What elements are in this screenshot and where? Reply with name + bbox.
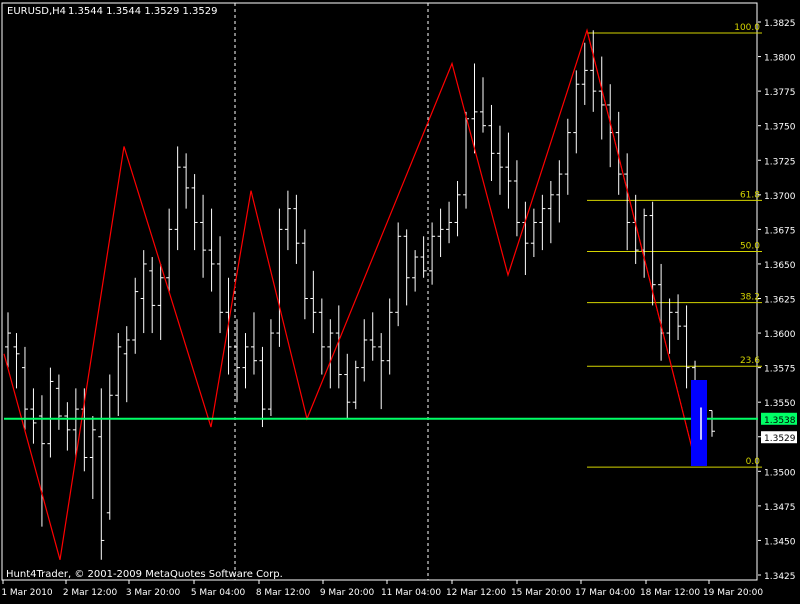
fib-level-label: 23.6 [740,356,760,366]
zigzag-indicator [3,28,697,560]
y-tick-label: 1.3650 [764,261,796,271]
x-tick-label: 12 Mar 12:00 [446,588,506,598]
price-axis[interactable]: 1.3825 1.3800 1.3775 1.3750 1.3725 1.3700 1.36… [758,19,797,582]
x-tick-label: 11 Mar 04:00 [381,588,441,598]
zigzag-line [3,28,697,560]
fib-level-label: 0.0 [746,457,761,467]
fibonacci-retracement[interactable]: 100.0 61.8 50.0 38.2 23.6 0.0 [587,23,762,468]
y-tick-label: 1.3825 [764,19,796,29]
x-tick-label: 5 Mar 04:00 [191,588,246,598]
bid-price-label: 1.3529 [764,434,796,444]
time-axis[interactable]: 1 Mar 2010 2 Mar 12:00 3 Mar 20:00 5 Mar 04… [1,580,763,598]
symbol-timeframe-label: EURUSD,H4 [7,6,66,17]
x-tick-label: 9 Mar 20:00 [320,588,375,598]
y-tick-label: 1.3700 [764,192,796,202]
y-tick-label: 1.3575 [764,365,796,375]
y-tick-label: 1.3500 [764,468,796,478]
y-tick-label: 1.3550 [764,399,796,409]
blue-rectangle[interactable] [691,380,707,466]
fib-level-label: 50.0 [740,241,760,251]
y-tick-label: 1.3600 [764,330,796,340]
x-tick-label: 17 Mar 04:00 [575,588,635,598]
chart-window[interactable]: 100.0 61.8 50.0 38.2 23.6 0.0 1.3825 1.3800 1.3… [0,0,800,600]
y-tick-label: 1.3475 [764,503,796,513]
candles [5,30,715,560]
x-tick-label: 1 Mar 2010 [1,588,53,598]
x-tick-label: 3 Mar 20:00 [126,588,181,598]
current-price-label: 1.3538 [764,416,796,426]
y-tick-label: 1.3750 [764,123,796,133]
chart-frame [1,2,758,581]
session-separators [234,3,429,580]
x-tick-label: 2 Mar 12:00 [63,588,118,598]
y-tick-label: 1.3625 [764,296,796,306]
x-tick-label: 8 Mar 12:00 [256,588,311,598]
y-tick-label: 1.3425 [764,572,796,582]
y-tick-label: 1.3800 [764,54,796,64]
fib-level-label: 61.8 [740,190,760,200]
y-tick-label: 1.3450 [764,537,796,547]
x-tick-label: 19 Mar 20:00 [703,588,763,598]
copyright-label: Hunt4Trader, © 2001-2009 MetaQuotes Soft… [6,569,283,580]
x-tick-label: 18 Mar 12:00 [640,588,700,598]
y-tick-label: 1.3675 [764,226,796,236]
fib-level-label: 38.2 [740,293,760,303]
blue-rectangle-shape[interactable] [691,380,707,466]
ohlc-readout: 1.3544 1.3544 1.3529 1.3529 [68,6,218,17]
fib-level-label: 100.0 [734,23,760,33]
y-tick-label: 1.3775 [764,88,796,98]
x-tick-label: 15 Mar 20:00 [511,588,571,598]
y-tick-label: 1.3725 [764,157,796,167]
